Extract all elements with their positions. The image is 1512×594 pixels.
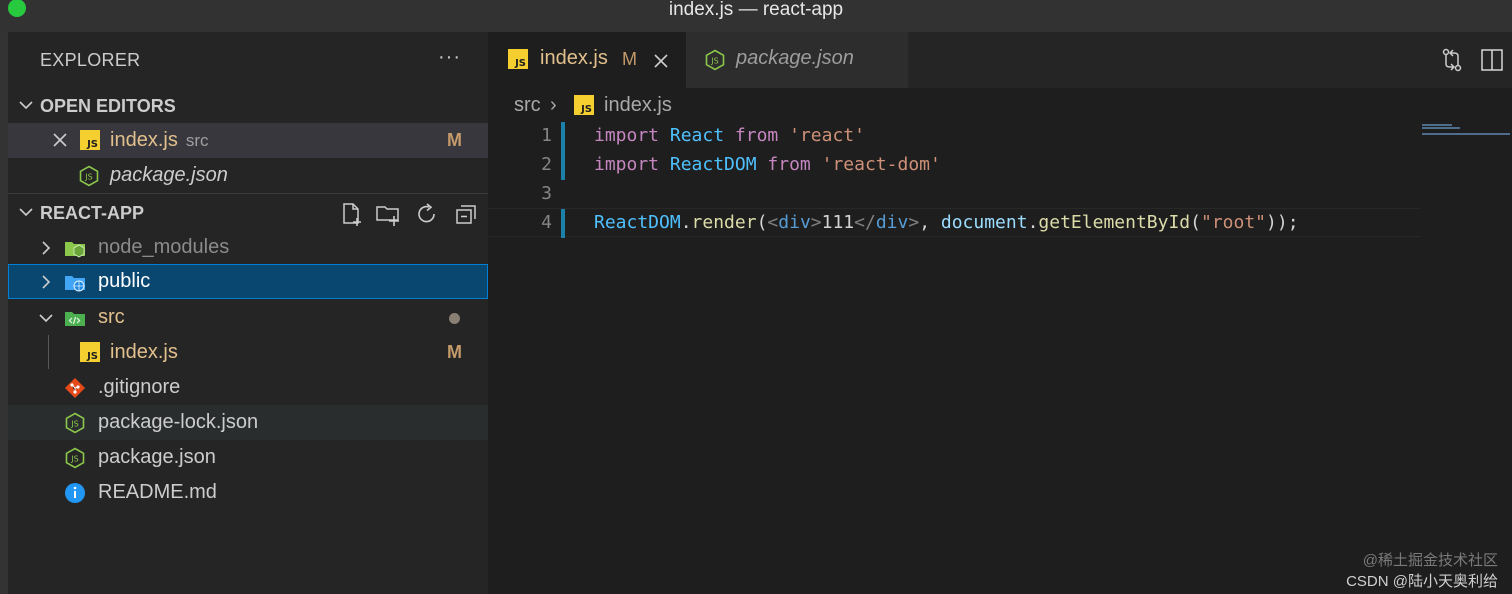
javascript-file-icon: JS <box>80 342 102 364</box>
tree-item-label: README.md <box>98 481 217 503</box>
tree-item-label: node_modules <box>98 236 230 258</box>
code-text: ReactDOM.render(<div>111</div>, document… <box>594 212 1299 233</box>
tab-label: package.json <box>736 47 854 69</box>
tree-item-src[interactable]: src <box>8 300 488 335</box>
javascript-file-icon: JS <box>508 49 530 71</box>
line-number: 2 <box>541 154 552 175</box>
breadcrumb: src › JS index.js <box>488 88 1512 122</box>
explorer-sidebar: EXPLORER ··· OPEN EDITORS JS index.js src… <box>8 32 488 594</box>
public-folder-icon <box>65 276 85 292</box>
watermark-author: CSDN @陆小天奥利给 <box>1346 573 1498 590</box>
watermark-source: @稀土掘金技术社区 <box>1362 552 1498 569</box>
svg-text:JS: JS <box>84 173 92 182</box>
modified-badge: M <box>447 342 462 362</box>
open-editor-folder: src <box>185 131 209 150</box>
javascript-file-icon: JS <box>574 95 594 115</box>
tree-item-label: public <box>98 270 151 292</box>
collapse-all-icon[interactable] <box>453 201 479 227</box>
chevron-down-icon <box>39 314 53 323</box>
modified-line-marker <box>561 209 565 238</box>
modified-line-marker <box>561 122 565 151</box>
editor-area: JS index.js M JS package.json src › JS i… <box>488 32 1512 594</box>
info-icon <box>65 483 85 503</box>
tree-item-package-json[interactable]: JS package.json <box>8 440 488 475</box>
modified-badge: M <box>622 49 637 69</box>
open-changes-icon[interactable] <box>1438 46 1466 74</box>
code-text: import React from 'react' <box>594 125 865 146</box>
line-number: 4 <box>541 212 552 233</box>
svg-text:JS: JS <box>710 57 718 66</box>
more-actions-icon[interactable]: ··· <box>438 46 461 69</box>
window-title: index.js — react-app <box>668 0 844 20</box>
chevron-down-icon <box>19 101 33 110</box>
javascript-file-icon: JS <box>80 130 102 152</box>
modified-indicator-dot <box>449 313 460 324</box>
breadcrumb-separator: › <box>550 94 557 116</box>
tree-item-label: index.js <box>110 341 178 363</box>
chevron-right-icon <box>42 241 51 255</box>
section-divider <box>8 193 488 194</box>
tree-item-index-js[interactable]: JS index.js M <box>8 335 488 370</box>
tree-item-readme[interactable]: README.md <box>8 475 488 510</box>
tree-item-public[interactable]: public <box>8 264 488 299</box>
close-icon[interactable] <box>52 132 68 148</box>
tab-label: index.js <box>540 47 608 69</box>
code-line: 1 import React from 'react' <box>488 122 1420 151</box>
git-icon <box>65 378 85 398</box>
modified-badge: M <box>447 130 462 150</box>
code-line: 4 ReactDOM.render(<div>111</div>, docume… <box>488 208 1420 238</box>
code-text: import ReactDOM from 'react-dom' <box>594 154 941 175</box>
tab-index-js[interactable]: JS index.js M <box>488 32 686 88</box>
minimap[interactable] <box>1420 122 1512 162</box>
open-editor-filename: index.js <box>110 129 178 151</box>
activity-bar <box>0 32 8 594</box>
src-folder-icon <box>65 312 85 326</box>
chevron-down-icon <box>19 208 33 217</box>
project-label: REACT-APP <box>40 203 145 223</box>
open-editors-section-header[interactable]: OPEN EDITORS <box>8 88 488 122</box>
tree-item-package-lock[interactable]: JS package-lock.json <box>8 405 488 440</box>
new-file-icon[interactable] <box>338 201 364 227</box>
code-line: 2 import ReactDOM from 'react-dom' <box>488 151 1420 180</box>
nodejs-file-icon: JS <box>705 49 725 71</box>
line-number: 3 <box>541 183 552 204</box>
breadcrumb-folder[interactable]: src <box>514 94 541 117</box>
open-editor-item[interactable]: JS index.js src M <box>8 123 488 158</box>
project-section-header[interactable]: REACT-APP <box>8 195 488 229</box>
tree-item-label: package.json <box>98 446 216 468</box>
modified-line-marker <box>561 151 565 180</box>
refresh-icon[interactable] <box>414 201 440 227</box>
breadcrumb-file[interactable]: index.js <box>604 94 672 117</box>
node-modules-folder-icon <box>65 242 85 258</box>
title-bar: index.js — react-app <box>0 0 1512 32</box>
svg-text:JS: JS <box>70 420 78 429</box>
split-editor-icon[interactable] <box>1478 46 1506 74</box>
tree-item-label: src <box>98 306 125 328</box>
code-line: 3 <box>488 180 1420 209</box>
tab-bar: JS index.js M JS package.json <box>488 32 1512 88</box>
nodejs-file-icon: JS <box>65 412 85 434</box>
close-icon[interactable] <box>654 54 668 68</box>
tree-item-node-modules[interactable]: node_modules <box>8 230 488 265</box>
explorer-title: EXPLORER <box>40 50 141 70</box>
nodejs-file-icon: JS <box>65 447 85 469</box>
new-folder-icon[interactable] <box>375 201 401 227</box>
nodejs-file-icon: JS <box>79 165 99 187</box>
explorer-header: EXPLORER ··· <box>8 32 488 88</box>
tree-item-label: .gitignore <box>98 376 181 398</box>
tree-item-gitignore[interactable]: .gitignore <box>8 370 488 405</box>
chevron-right-icon <box>42 275 51 289</box>
tab-package-json[interactable]: JS package.json <box>686 32 908 88</box>
open-editor-filename: package.json <box>110 164 228 186</box>
open-editors-label: OPEN EDITORS <box>40 96 176 116</box>
line-number: 1 <box>541 125 552 146</box>
tree-item-label: package-lock.json <box>98 411 259 433</box>
open-editor-item[interactable]: JS package.json <box>8 158 488 193</box>
svg-text:JS: JS <box>70 455 78 464</box>
